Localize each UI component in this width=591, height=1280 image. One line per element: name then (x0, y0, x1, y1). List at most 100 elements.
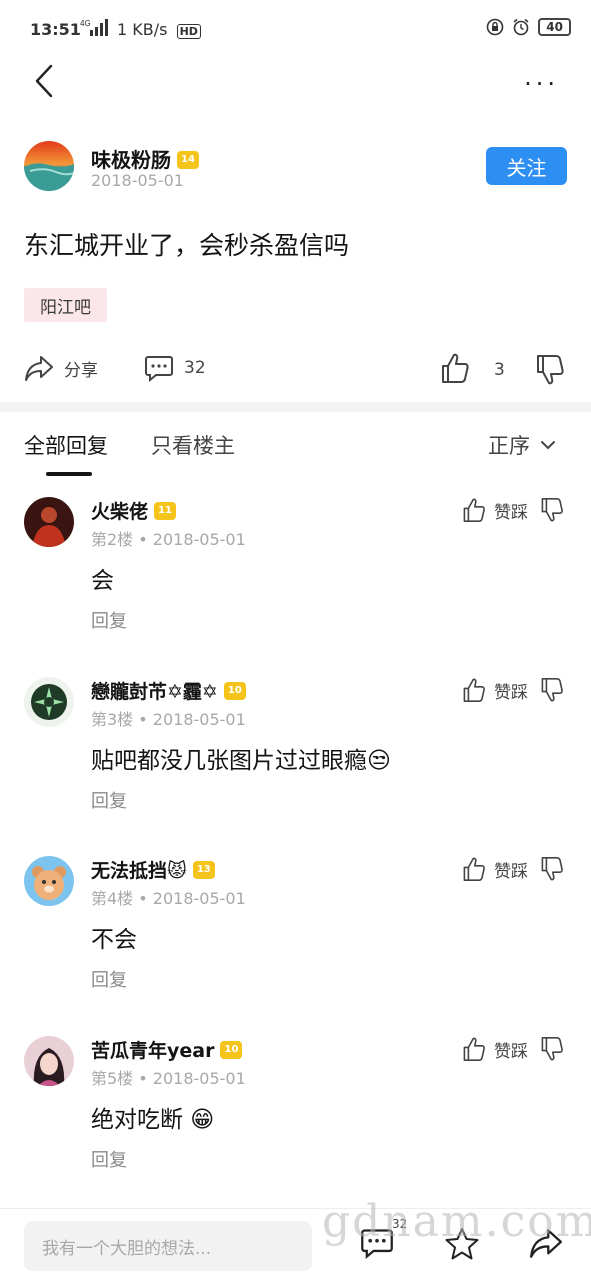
reply-author[interactable]: 苦瓜青年year 10 (91, 1036, 243, 1063)
like-label: 赞踩 (494, 1041, 528, 1062)
post-date: 2018-05-01 (91, 171, 184, 190)
reply-author[interactable]: 无法抵挡😾 13 (91, 856, 215, 883)
floor-number: 第3楼 (91, 710, 134, 729)
back-button[interactable] (33, 64, 57, 98)
reply-dislike-button[interactable] (540, 1036, 564, 1062)
dislike-button[interactable] (535, 354, 565, 386)
reply-dislike-button[interactable] (540, 677, 564, 703)
like-label: 赞踩 (494, 682, 528, 703)
reply-author-name[interactable]: 戀贚尌芇✡霾✡ (91, 681, 218, 703)
reply-date: 2018-05-01 (152, 530, 246, 549)
like-button[interactable] (440, 352, 470, 384)
reply-meta: 第5楼 • 2018-05-01 (91, 1069, 246, 1088)
tab-all-replies[interactable]: 全部回复 (24, 430, 108, 460)
like-label: 赞踩 (494, 502, 528, 523)
signal-icon: 4G (80, 18, 110, 38)
author-name[interactable]: 味极粉肠 14 (91, 144, 199, 173)
reply-like-button[interactable]: 赞踩 (462, 677, 528, 703)
reply-item: 火柴佬 11 第2楼 • 2018-05-01 会 回复 赞踩 (0, 497, 591, 677)
reply-text: 不会 (91, 927, 137, 953)
share-button[interactable]: 分享 (24, 354, 98, 382)
thumbs-up-icon (463, 678, 485, 702)
thumbs-up-icon (463, 498, 485, 522)
forum-tag[interactable]: 阳江吧 (24, 288, 107, 322)
floor-number: 第5楼 (91, 1069, 134, 1088)
watermark: gdnam.com (322, 1196, 591, 1247)
reply-like-button[interactable]: 赞踩 (462, 1036, 528, 1062)
thumbs-down-icon (541, 498, 563, 522)
comment-count: 32 (184, 358, 206, 378)
thumbs-up-icon (463, 857, 485, 881)
network-speed-value: 1 KB/s (117, 20, 168, 39)
more-button[interactable]: ··· (524, 70, 559, 98)
avatar[interactable] (24, 677, 74, 727)
reply-tabs: 全部回复 只看楼主 正序 (0, 418, 591, 478)
reply-button[interactable]: 回复 (91, 607, 127, 633)
reply-author[interactable]: 戀贚尌芇✡霾✡ 10 (91, 677, 246, 704)
reply-meta: 第2楼 • 2018-05-01 (91, 530, 246, 549)
level-badge-icon: 14 (177, 150, 199, 169)
follow-button[interactable]: 关注 (486, 147, 567, 185)
thumbs-down-icon (541, 857, 563, 881)
network-speed: 1 KB/s HD (117, 20, 201, 39)
avatar[interactable] (24, 1036, 74, 1086)
reply-author[interactable]: 火柴佬 11 (91, 497, 177, 524)
post-action-row: 分享 32 3 (0, 344, 591, 396)
like-count: 3 (494, 360, 505, 380)
level-badge-icon: 10 (223, 681, 246, 700)
reply-button[interactable]: 回复 (91, 966, 127, 992)
floor-number: 第4楼 (91, 889, 134, 908)
floor-number: 第2楼 (91, 530, 134, 549)
reply-date: 2018-05-01 (152, 710, 246, 729)
battery-icon: 40 (538, 18, 571, 36)
hd-icon: HD (176, 24, 201, 39)
reply-item: 无法抵挡😾 13 第4楼 • 2018-05-01 不会 回复 赞踩 (0, 856, 591, 1036)
reply-author-name[interactable]: 苦瓜青年year (91, 1040, 214, 1062)
level-badge-icon: 13 (192, 860, 215, 879)
thumbs-down-icon (541, 678, 563, 702)
reply-text: 绝对吃断 😁 (91, 1107, 215, 1133)
chevron-left-icon (35, 64, 53, 98)
reply-input[interactable]: 我有一个大胆的想法... (24, 1221, 312, 1271)
share-icon (25, 356, 53, 381)
reply-like-button[interactable]: 赞踩 (462, 856, 528, 882)
reply-input-placeholder: 我有一个大胆的想法... (42, 1238, 212, 1259)
status-time: 13:51 (30, 20, 81, 39)
sort-dropdown[interactable]: 正序 (488, 430, 556, 460)
section-divider (0, 402, 591, 412)
comment-button[interactable]: 32 (144, 354, 206, 382)
more-horizontal-icon: ··· (524, 70, 559, 98)
reply-button[interactable]: 回复 (91, 1146, 127, 1172)
reply-meta: 第3楼 • 2018-05-01 (91, 710, 246, 729)
comment-icon (145, 356, 173, 382)
reply-date: 2018-05-01 (152, 889, 246, 908)
reply-button[interactable]: 回复 (91, 787, 127, 813)
post-title: 东汇城开业了，会秒杀盈信吗 (24, 231, 350, 260)
status-bar: 13:51 4G 1 KB/s HD 40 (0, 0, 591, 60)
reply-meta: 第4楼 • 2018-05-01 (91, 889, 246, 908)
share-label: 分享 (64, 360, 98, 381)
reply-author-name[interactable]: 火柴佬 (91, 501, 148, 523)
like-label: 赞踩 (494, 861, 528, 882)
reply-dislike-button[interactable] (540, 497, 564, 523)
reply-author-name[interactable]: 无法抵挡😾 (91, 860, 187, 882)
thumbs-up-icon (463, 1037, 485, 1061)
lock-rotation-icon (486, 18, 504, 36)
alarm-icon (512, 18, 530, 36)
tab-op-only[interactable]: 只看楼主 (151, 430, 235, 460)
reply-dislike-button[interactable] (540, 856, 564, 882)
status-right-icons: 40 (486, 18, 571, 36)
level-badge-icon: 10 (220, 1040, 243, 1059)
avatar[interactable] (24, 497, 74, 547)
active-tab-indicator (46, 472, 92, 476)
reply-item: 苦瓜青年year 10 第5楼 • 2018-05-01 绝对吃断 😁 回复 赞踩 (0, 1036, 591, 1216)
avatar[interactable] (24, 856, 74, 906)
author-avatar[interactable] (24, 141, 74, 191)
thumbs-up-icon (442, 353, 469, 383)
thumbs-down-icon (537, 355, 564, 385)
reply-item: 戀贚尌芇✡霾✡ 10 第3楼 • 2018-05-01 贴吧都没几张图片过过眼瘾😒… (0, 677, 591, 857)
reply-like-button[interactable]: 赞踩 (462, 497, 528, 523)
reply-text: 贴吧都没几张图片过过眼瘾😒 (91, 748, 391, 774)
author-name-text[interactable]: 味极粉肠 (91, 148, 171, 172)
chevron-down-icon (541, 441, 555, 450)
